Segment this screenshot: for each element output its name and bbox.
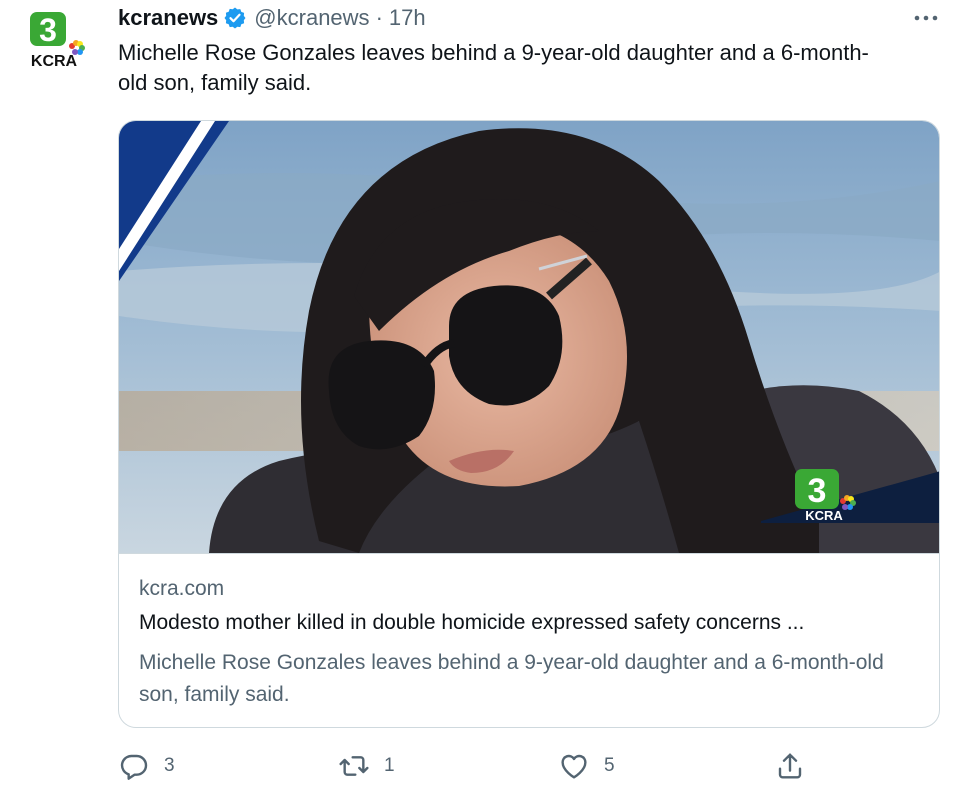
retweet-button[interactable]: 1 xyxy=(338,746,395,786)
card-logo-text: KCRA xyxy=(805,508,843,523)
tweet-header: kcranews @kcranews · 17h xyxy=(118,4,426,32)
like-button[interactable]: 5 xyxy=(558,746,615,786)
share-button[interactable] xyxy=(774,746,806,786)
tweet-text: Michelle Rose Gonzales leaves behind a 9… xyxy=(118,40,869,95)
card-image[interactable]: 3 KCRA xyxy=(119,121,939,553)
card-title: Modesto mother killed in double homicide… xyxy=(139,611,805,634)
kcra-logo: 3 KCRA xyxy=(30,12,85,70)
card-logo-number: 3 xyxy=(808,472,827,510)
avatar-logo-text: KCRA xyxy=(31,53,78,70)
reply-icon xyxy=(120,754,148,780)
link-card[interactable]: 3 KCRA kcra.com Modesto mother killed in… xyxy=(118,120,940,728)
display-name[interactable]: kcranews xyxy=(118,5,218,31)
handle[interactable]: @kcranews xyxy=(254,5,369,31)
like-count: 5 xyxy=(604,755,615,776)
card-description: Michelle Rose Gonzales leaves behind a 9… xyxy=(139,651,884,706)
card-domain: kcra.com xyxy=(139,577,225,600)
action-bar: 3 1 5 xyxy=(118,746,940,786)
avatar-logo-number: 3 xyxy=(39,12,57,48)
verified-badge-icon xyxy=(223,6,247,30)
reply-button[interactable]: 3 xyxy=(118,746,175,786)
timestamp[interactable]: 17h xyxy=(389,5,426,31)
more-icon[interactable] xyxy=(912,8,940,28)
retweet-icon xyxy=(339,756,369,776)
share-icon xyxy=(778,753,802,779)
like-icon xyxy=(561,754,587,779)
reply-count: 3 xyxy=(164,755,175,776)
card-divider xyxy=(119,553,939,554)
separator-dot: · xyxy=(375,5,383,30)
retweet-count: 1 xyxy=(384,755,395,776)
avatar[interactable]: 3 KCRA xyxy=(26,10,90,70)
